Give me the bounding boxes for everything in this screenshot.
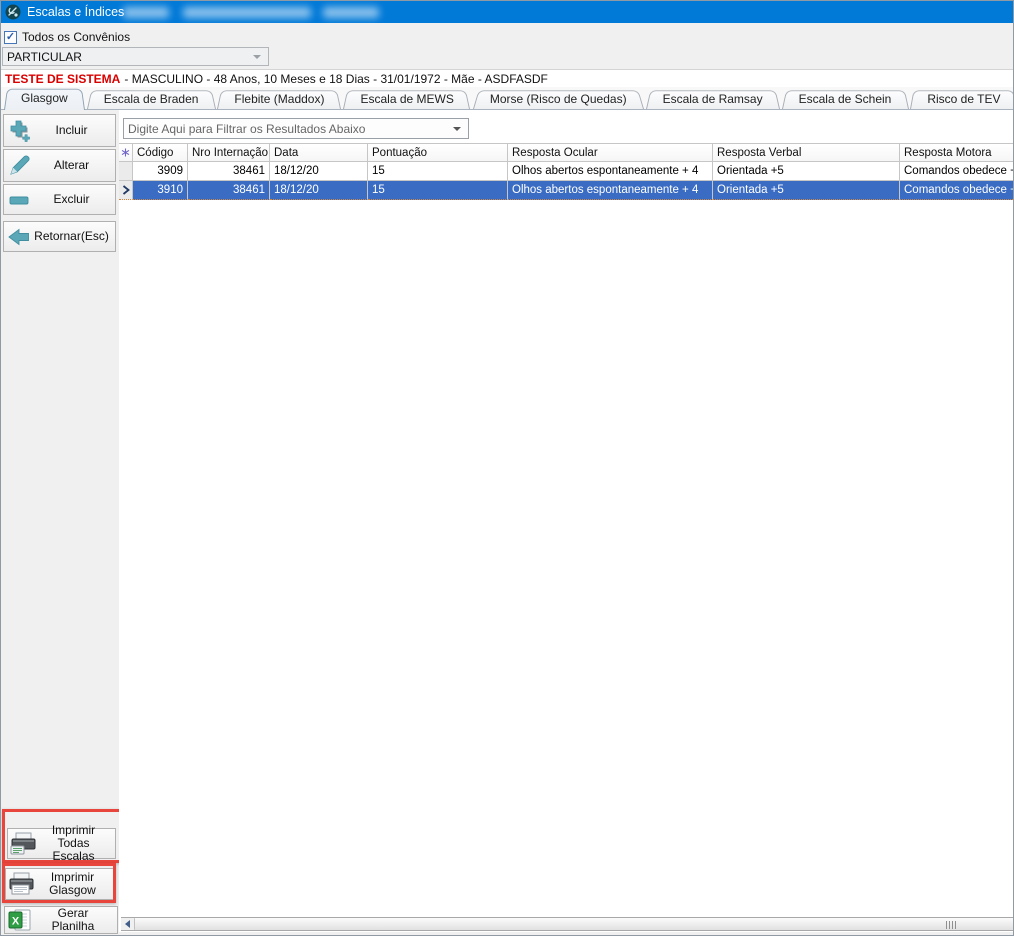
app-window: Escalas e Índices ✓ Todos os Convênios P… xyxy=(0,0,1014,936)
minus-bar-icon xyxy=(4,188,34,212)
column-header-data[interactable]: Data xyxy=(270,143,368,162)
tab-morse-risco-de-quedas[interactable]: Morse (Risco de Quedas) xyxy=(477,89,640,109)
tab-escala-de-mews[interactable]: Escala de MEWS xyxy=(347,89,466,109)
todos-convenios-checkbox[interactable]: ✓ xyxy=(4,31,17,44)
tab-escala-de-ramsay[interactable]: Escala de Ramsay xyxy=(650,89,776,109)
excel-icon: X xyxy=(5,908,35,932)
imprimir-glasgow-button[interactable]: Imprimir Glasgow xyxy=(5,868,116,900)
alterar-button[interactable]: Alterar xyxy=(3,149,116,182)
scales-app-icon xyxy=(5,4,21,20)
chevron-down-icon xyxy=(253,55,261,59)
svg-text:X: X xyxy=(12,916,20,928)
incluir-label: Incluir xyxy=(34,124,115,137)
incluir-button[interactable]: Incluir xyxy=(3,114,116,147)
column-header-codigo[interactable]: Código xyxy=(133,143,188,162)
horizontal-scrollbar[interactable] xyxy=(121,917,1013,931)
tab-flebite-maddox[interactable]: Flebite (Maddox) xyxy=(221,89,337,109)
patient-details: - MASCULINO - 48 Anos, 10 Meses e 18 Dia… xyxy=(124,72,548,86)
retornar-label: Retornar(Esc) xyxy=(34,230,115,243)
imprimir-todas-escalas-label: Imprimir Todas Escalas xyxy=(38,824,115,863)
redacted-title-text xyxy=(183,7,311,18)
arrow-left-icon xyxy=(4,225,34,249)
asterisk-icon[interactable] xyxy=(119,143,133,162)
convenio-select[interactable]: PARTICULAR xyxy=(2,47,269,66)
scales-tab-strip: Glasgow Escala de Braden Flebite (Maddox… xyxy=(1,87,1013,110)
redacted-title-text xyxy=(323,7,379,18)
check-icon: ✓ xyxy=(6,32,15,43)
tab-escala-de-braden[interactable]: Escala de Braden xyxy=(91,89,212,109)
redacted-title-text xyxy=(123,7,169,18)
tab-escala-de-schein[interactable]: Escala de Schein xyxy=(786,89,905,109)
imprimir-glasgow-label: Imprimir Glasgow xyxy=(36,871,115,897)
convenio-selected-value: PARTICULAR xyxy=(3,50,253,64)
alterar-label: Alterar xyxy=(34,159,115,172)
column-header-resposta-motora[interactable]: Resposta Motora xyxy=(900,143,1014,162)
scroll-left-button[interactable] xyxy=(121,918,134,930)
gerar-planilha-button[interactable]: X Gerar Planilha xyxy=(4,906,118,934)
tab-risco-de-tev[interactable]: Risco de TEV xyxy=(914,89,1013,109)
printer-icon xyxy=(6,872,36,896)
todos-convenios-label: Todos os Convênios xyxy=(22,30,130,44)
gerar-planilha-label: Gerar Planilha xyxy=(35,907,117,933)
results-grid: Código Nro Internação Data Pontuação Res… xyxy=(119,143,1014,200)
plus-icon xyxy=(4,119,34,143)
content-area: Digite Aqui para Filtrar os Resultados A… xyxy=(119,110,1013,932)
column-header-resposta-verbal[interactable]: Resposta Verbal xyxy=(713,143,900,162)
retornar-button[interactable]: Retornar(Esc) xyxy=(3,221,116,252)
grid-filter-input[interactable]: Digite Aqui para Filtrar os Resultados A… xyxy=(123,118,469,139)
table-row-selected[interactable]: 3910 38461 18/12/20 15 Olhos abertos esp… xyxy=(119,180,1014,200)
patient-info-bar: TESTE DE SISTEMA - MASCULINO - 48 Anos, … xyxy=(1,69,1013,87)
grid-header-row: Código Nro Internação Data Pontuação Res… xyxy=(119,143,1014,162)
title-bar: Escalas e Índices xyxy=(1,1,1013,23)
grid-filter-placeholder: Digite Aqui para Filtrar os Resultados A… xyxy=(124,122,453,136)
triangle-left-icon xyxy=(125,920,130,928)
column-header-resposta-ocular[interactable]: Resposta Ocular xyxy=(508,143,713,162)
excluir-label: Excluir xyxy=(34,193,115,206)
excluir-button[interactable]: Excluir xyxy=(3,184,116,215)
row-indicator xyxy=(119,162,133,181)
pencil-icon xyxy=(4,154,34,178)
window-title: Escalas e Índices xyxy=(27,1,124,23)
column-header-pontuacao[interactable]: Pontuação xyxy=(368,143,508,162)
tab-glasgow[interactable]: Glasgow xyxy=(8,87,81,109)
scrollbar-grip-icon xyxy=(946,921,956,929)
table-row[interactable]: 3909 38461 18/12/20 15 Olhos abertos esp… xyxy=(119,162,1014,181)
chevron-right-icon xyxy=(119,181,133,200)
chevron-down-icon xyxy=(453,127,461,131)
printer-icon xyxy=(8,832,38,856)
imprimir-todas-escalas-button[interactable]: Imprimir Todas Escalas xyxy=(7,828,116,859)
scrollbar-thumb[interactable] xyxy=(134,918,1013,930)
patient-name: TESTE DE SISTEMA xyxy=(5,72,120,86)
column-header-nro-internacao[interactable]: Nro Internação xyxy=(188,143,270,162)
